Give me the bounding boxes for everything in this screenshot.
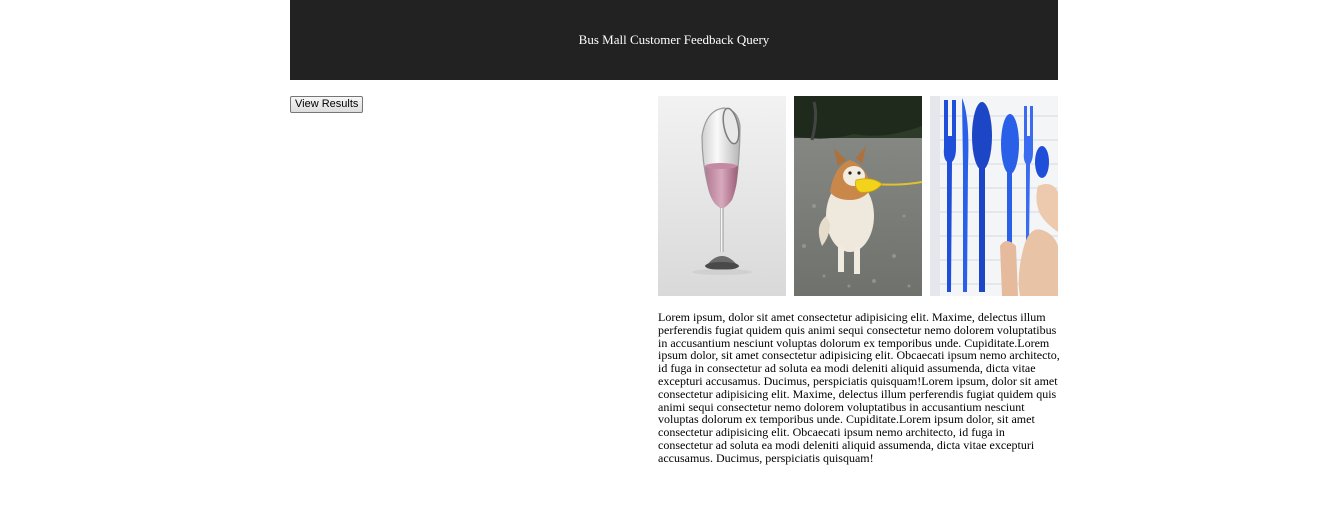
page-header: Bus Mall Customer Feedback Query [290, 0, 1058, 80]
product-images [658, 96, 1058, 296]
blue-utensils-image [930, 96, 1058, 296]
page-title: Bus Mall Customer Feedback Query [578, 32, 770, 47]
product-image-wine-glass[interactable] [658, 96, 786, 296]
product-image-usb[interactable] [930, 96, 1058, 296]
product-image-dog-duck[interactable] [794, 96, 922, 296]
description-paragraph: Lorem ipsum, dolor sit amet consectetur … [658, 310, 1060, 465]
wine-glass-image [658, 96, 786, 296]
page: Bus Mall Customer Feedback Query View Re… [0, 0, 1332, 528]
dog-with-duck-bill-image [794, 96, 922, 296]
view-results-button[interactable]: View Results [290, 96, 364, 113]
